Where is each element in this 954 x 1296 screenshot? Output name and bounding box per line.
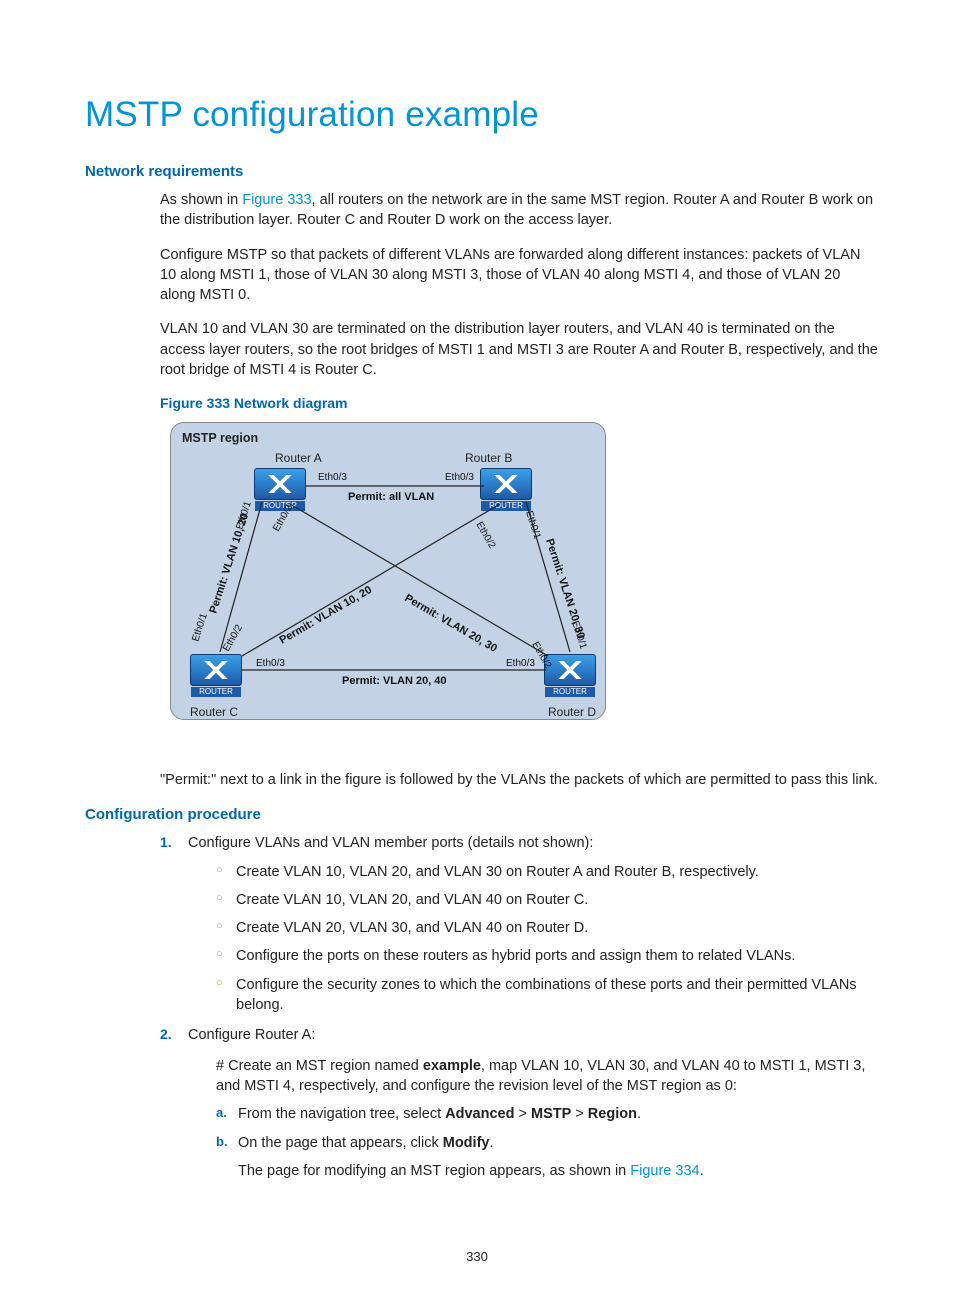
step-2-substeps: a. From the navigation tree, select Adva… <box>216 1104 879 1181</box>
heading-configuration-procedure: Configuration procedure <box>85 804 879 825</box>
step-1: 1. Configure VLANs and VLAN member ports… <box>160 833 879 1015</box>
text: From the navigation tree, select <box>238 1106 445 1122</box>
text: On the page that appears, click <box>238 1135 443 1151</box>
modify-button-ref: Modify <box>443 1135 490 1151</box>
text: # Create an MST region named <box>216 1058 423 1074</box>
list-item: Create VLAN 10, VLAN 20, and VLAN 40 on … <box>216 890 879 910</box>
nav-region: Region <box>588 1106 637 1122</box>
page-title: MSTP configuration example <box>85 90 879 139</box>
figure-334-link[interactable]: Figure 334 <box>630 1163 699 1179</box>
step-number: 1. <box>160 833 172 853</box>
permit-2040-label: Permit: VLAN 20, 40 <box>342 675 447 687</box>
substep-letter: a. <box>216 1104 227 1122</box>
example-region-name: example <box>423 1058 481 1074</box>
eth03-label: Eth0/3 <box>445 472 474 483</box>
page-number: 330 <box>0 1248 954 1266</box>
permit-1020-label: Permit: VLAN 10, 20 <box>278 584 375 647</box>
procedure-list: 1. Configure VLANs and VLAN member ports… <box>160 833 879 1181</box>
step-text: Configure VLANs and VLAN member ports (d… <box>188 835 593 851</box>
para-intro: As shown in Figure 333, all routers on t… <box>160 190 879 231</box>
list-item: Configure the ports on these routers as … <box>216 946 879 966</box>
substep-a: a. From the navigation tree, select Adva… <box>216 1104 879 1124</box>
eth02-label: Eth0/2 <box>473 520 497 551</box>
separator: > <box>571 1106 588 1122</box>
nav-mstp: MSTP <box>531 1106 571 1122</box>
step-2: 2. Configure Router A: # Create an MST r… <box>160 1025 879 1181</box>
text: . <box>700 1163 704 1179</box>
list-item: Create VLAN 20, VLAN 30, and VLAN 40 on … <box>216 918 879 938</box>
eth02-label: Eth0/2 <box>271 503 295 534</box>
eth01-label: Eth0/1 <box>523 509 543 540</box>
figure-caption: Figure 333 Network diagram <box>160 394 879 414</box>
text: . <box>489 1135 493 1151</box>
step-1-bullets: Create VLAN 10, VLAN 20, and VLAN 30 on … <box>216 862 879 1016</box>
text: The page for modifying an MST region app… <box>238 1163 630 1179</box>
eth02-label: Eth0/2 <box>221 623 245 654</box>
diagram-links: Eth0/3 Eth0/3 Permit: all VLAN Eth0/3 Et… <box>170 422 604 718</box>
eth03-label: Eth0/3 <box>318 472 347 483</box>
eth01-label: Eth0/1 <box>190 612 210 643</box>
list-item: Configure the security zones to which th… <box>216 975 879 1016</box>
separator: > <box>514 1106 531 1122</box>
figure-333-link[interactable]: Figure 333 <box>242 192 311 208</box>
substep-letter: b. <box>216 1133 228 1151</box>
permit-2030-label: Permit: VLAN 20, 30 <box>403 592 500 655</box>
step-text: Configure Router A: <box>188 1027 315 1043</box>
list-item: Create VLAN 10, VLAN 20, and VLAN 30 on … <box>216 862 879 882</box>
permit-2030-label: Permit: VLAN 20, 30 <box>543 537 587 640</box>
para-permit-explain: "Permit:" next to a link in the figure i… <box>160 770 879 790</box>
nav-advanced: Advanced <box>445 1106 514 1122</box>
eth03-label: Eth0/3 <box>506 658 535 669</box>
substep-b: b. On the page that appears, click Modif… <box>216 1133 879 1182</box>
eth03-label: Eth0/3 <box>256 658 285 669</box>
text: . <box>637 1106 641 1122</box>
para-config-goal: Configure MSTP so that packets of differ… <box>160 245 879 306</box>
heading-network-requirements: Network requirements <box>85 161 879 182</box>
network-diagram: MSTP region Router A Router B ROUTER ROU… <box>160 422 614 752</box>
text: As shown in <box>160 192 242 208</box>
para-root-bridges: VLAN 10 and VLAN 30 are terminated on th… <box>160 319 879 380</box>
step-2-desc: # Create an MST region named example, ma… <box>216 1056 879 1097</box>
step-number: 2. <box>160 1025 172 1045</box>
permit-all-label: Permit: all VLAN <box>348 491 434 503</box>
substep-b-line2: The page for modifying an MST region app… <box>238 1161 879 1181</box>
